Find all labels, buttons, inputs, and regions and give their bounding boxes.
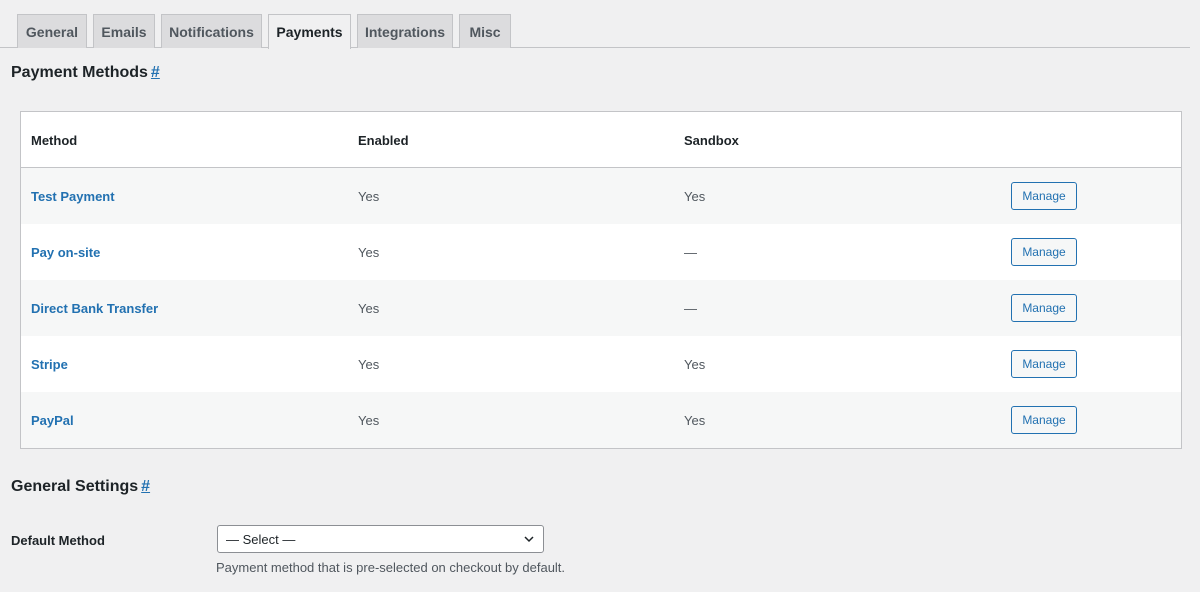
column-header-sandbox: Sandbox xyxy=(684,133,739,148)
default-method-label: Default Method xyxy=(11,533,105,548)
sandbox-value: — xyxy=(684,245,697,260)
enabled-value: Yes xyxy=(358,357,380,372)
default-method-select[interactable]: — Select — xyxy=(217,525,544,553)
enabled-value: Yes xyxy=(358,301,380,316)
sandbox-value: Yes xyxy=(684,413,706,428)
tab-integrations[interactable]: Integrations xyxy=(357,14,453,48)
enabled-value: Yes xyxy=(358,189,380,204)
table-row: Pay on-site Yes — Manage xyxy=(21,224,1181,280)
table-header: Method Enabled Sandbox xyxy=(21,112,1181,168)
sandbox-value: Yes xyxy=(684,189,706,204)
method-link[interactable]: Direct Bank Transfer xyxy=(31,301,158,316)
manage-button[interactable]: Manage xyxy=(1011,182,1077,210)
column-header-method: Method xyxy=(31,133,78,148)
payment-methods-anchor-link[interactable]: # xyxy=(151,64,160,81)
default-method-selected-value: — Select — xyxy=(226,531,296,547)
tab-payments[interactable]: Payments xyxy=(268,14,351,49)
settings-tabs: General Emails Notifications Payments In… xyxy=(0,14,1190,49)
manage-button[interactable]: Manage xyxy=(1011,406,1077,434)
general-settings-heading: General Settings # xyxy=(11,478,150,496)
table-row: Direct Bank Transfer Yes — Manage xyxy=(21,280,1181,336)
sandbox-value: — xyxy=(684,301,697,316)
tab-misc[interactable]: Misc xyxy=(459,14,511,48)
method-link[interactable]: Pay on-site xyxy=(31,245,100,260)
enabled-value: Yes xyxy=(358,245,380,260)
manage-button[interactable]: Manage xyxy=(1011,294,1077,322)
table-row: PayPal Yes Yes Manage xyxy=(21,392,1181,448)
payment-methods-table: Method Enabled Sandbox Test Payment Yes … xyxy=(20,111,1182,449)
table-row: Stripe Yes Yes Manage xyxy=(21,336,1181,392)
payment-methods-heading: Payment Methods # xyxy=(11,64,160,82)
default-method-description: Payment method that is pre-selected on c… xyxy=(216,560,566,575)
method-link[interactable]: Test Payment xyxy=(31,189,115,204)
tab-general[interactable]: General xyxy=(17,14,87,48)
manage-button[interactable]: Manage xyxy=(1011,238,1077,266)
tab-emails[interactable]: Emails xyxy=(93,14,155,48)
sandbox-value: Yes xyxy=(684,357,706,372)
method-link[interactable]: PayPal xyxy=(31,413,74,428)
general-settings-title: General Settings xyxy=(11,478,139,495)
table-row: Test Payment Yes Yes Manage xyxy=(21,168,1181,224)
manage-button[interactable]: Manage xyxy=(1011,350,1077,378)
method-link[interactable]: Stripe xyxy=(31,357,68,372)
column-header-enabled: Enabled xyxy=(358,133,409,148)
chevron-down-icon xyxy=(524,536,534,543)
general-settings-anchor-link[interactable]: # xyxy=(141,478,150,495)
enabled-value: Yes xyxy=(358,413,380,428)
payment-methods-title: Payment Methods xyxy=(11,64,148,81)
tab-notifications[interactable]: Notifications xyxy=(161,14,262,48)
